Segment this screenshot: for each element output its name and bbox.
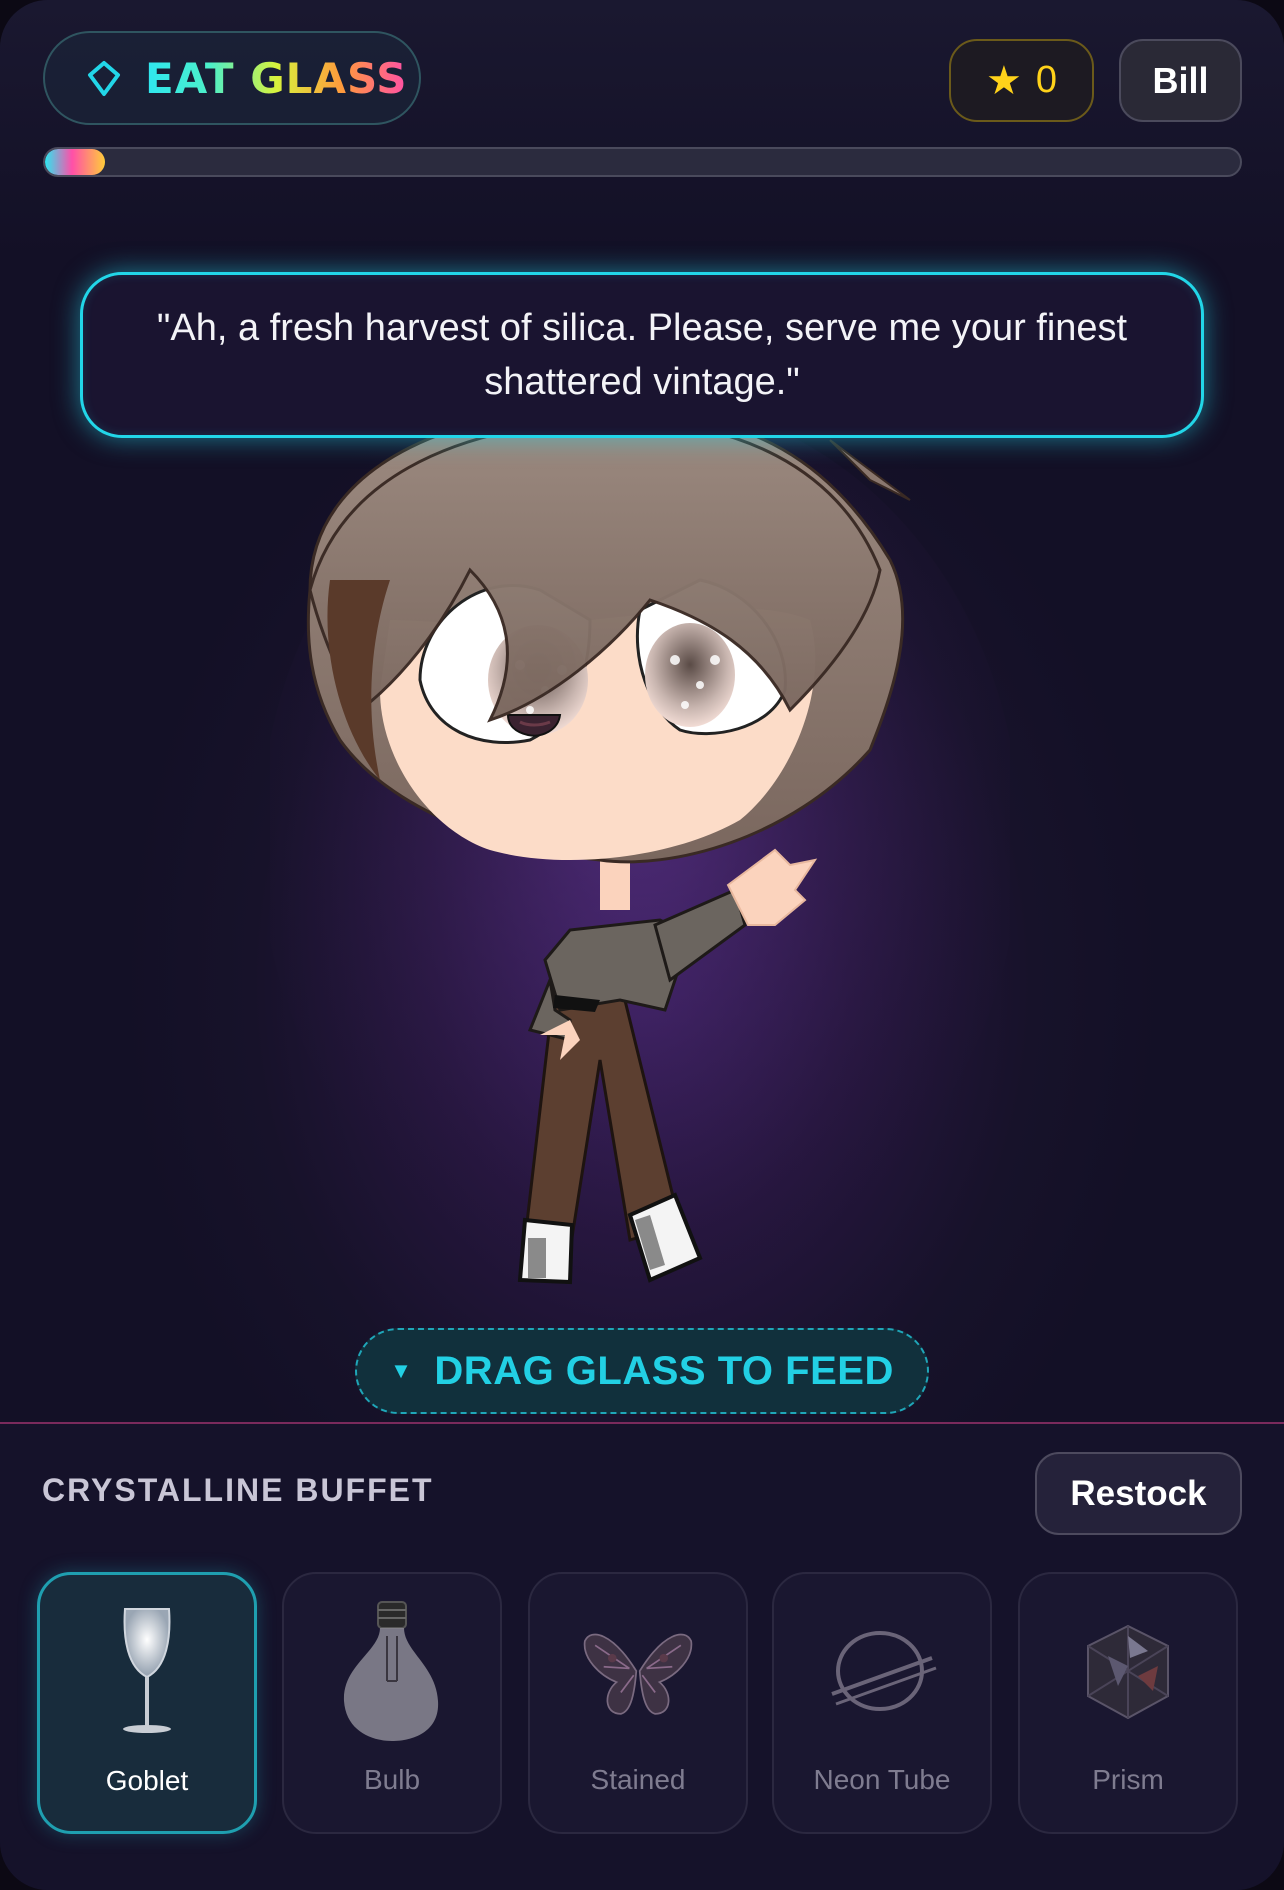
glass-card-stained[interactable]: Stained (528, 1572, 748, 1834)
glass-card-goblet[interactable]: Goblet (37, 1572, 257, 1834)
progress-bar (43, 147, 1242, 177)
progress-fill (45, 149, 105, 175)
score-badge: ★ 0 (949, 39, 1094, 122)
score-value: 0 (1035, 59, 1057, 101)
buffet-panel: CRYSTALLINE BUFFET Restock Goblet Bulb S… (0, 1422, 1284, 1890)
glass-card-bulb[interactable]: Bulb (282, 1572, 502, 1834)
restock-button[interactable]: Restock (1035, 1452, 1242, 1535)
glass-card-label: Prism (1092, 1764, 1164, 1795)
speech-text: "Ah, a fresh harvest of silica. Please, … (156, 307, 1128, 403)
bulb-icon (332, 1596, 452, 1746)
glass-card-label: Neon Tube (813, 1764, 951, 1795)
drag-hint-text: DRAG GLASS TO FEED (434, 1348, 894, 1393)
glass-items: Goblet Bulb Stained Neon Tube Prism (37, 1572, 1247, 1836)
goblet-icon (87, 1597, 207, 1747)
game-screen: EAT GLASS ★ 0 Bill "Ah, a fresh harvest … (0, 0, 1284, 1890)
glass-card-prism[interactable]: Prism (1018, 1572, 1238, 1834)
star-icon: ★ (986, 58, 1022, 103)
glass-card-label: Stained (590, 1764, 686, 1795)
stained-glass-icon (578, 1596, 698, 1746)
buffet-title: CRYSTALLINE BUFFET (42, 1472, 434, 1508)
glass-card-label: Bulb (363, 1764, 421, 1795)
caret-down-icon: ▼ (390, 1358, 413, 1383)
drag-hint: ▼ DRAG GLASS TO FEED (355, 1328, 929, 1414)
speech-bubble: "Ah, a fresh harvest of silica. Please, … (80, 272, 1204, 438)
neon-tube-icon (822, 1596, 942, 1746)
logo-text: EAT GLASS (145, 53, 408, 103)
glass-card-label: Goblet (105, 1765, 189, 1796)
user-button[interactable]: Bill (1119, 39, 1242, 122)
character-illustration[interactable] (270, 420, 1010, 1320)
glass-card-neon-tube[interactable]: Neon Tube (772, 1572, 992, 1834)
diamond-icon (88, 61, 120, 96)
prism-icon (1068, 1596, 1188, 1746)
logo: EAT GLASS (43, 31, 421, 125)
